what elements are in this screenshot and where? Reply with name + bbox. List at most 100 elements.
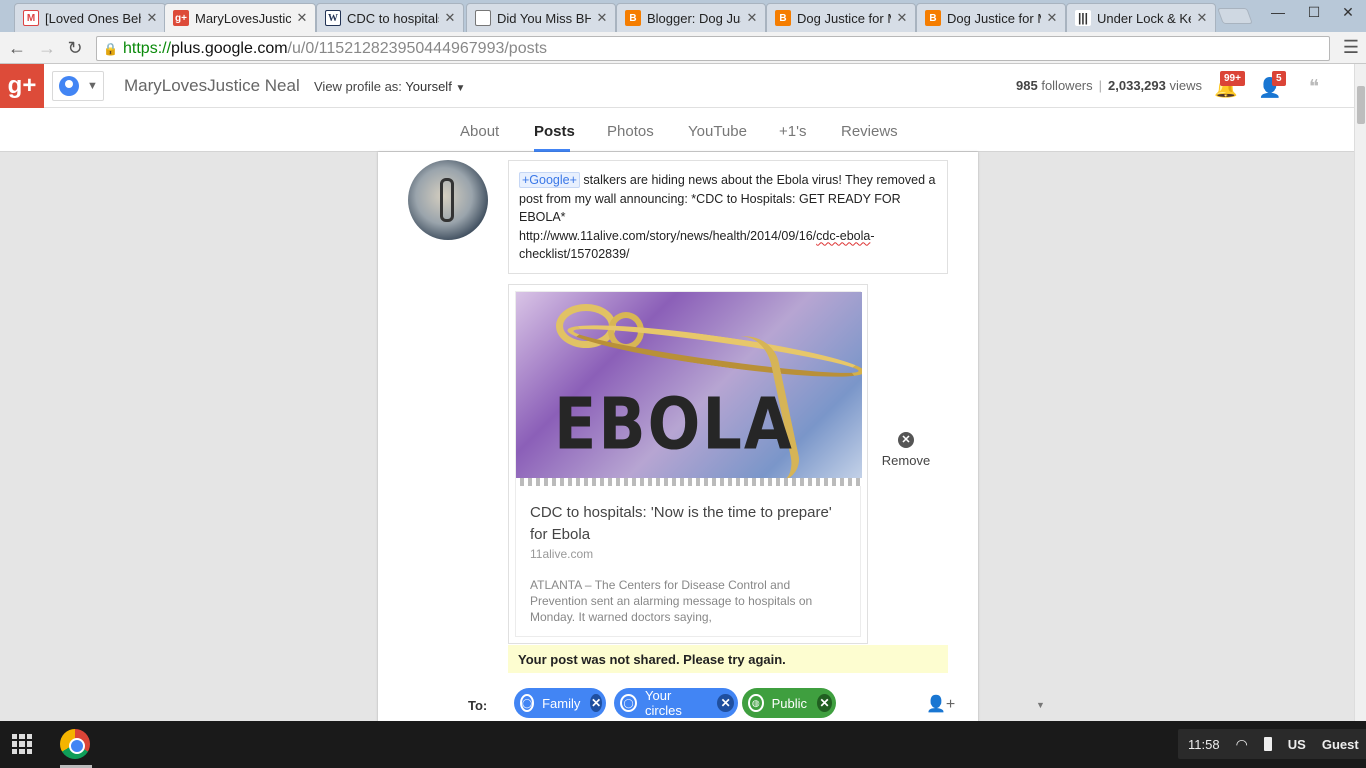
notifications-badge: 99+: [1220, 71, 1245, 86]
url-host: plus.google.com: [171, 39, 288, 57]
close-window-icon[interactable]: ✕: [1336, 4, 1360, 24]
browser-tab-active[interactable]: g+ MaryLovesJustice ✕: [164, 3, 316, 32]
page-viewport: g+ ▼ MaryLovesJustice Neal View profile …: [0, 64, 1354, 721]
view-profile-as[interactable]: View profile as: Yourself ▼: [314, 79, 465, 94]
wiki-icon: W: [325, 10, 341, 26]
tab-title: [Loved Ones Beh: [45, 10, 141, 26]
blogger-icon: B: [925, 10, 941, 26]
tab-title: Did You Miss BH: [497, 10, 591, 26]
browser-tab[interactable]: M [Loved Ones Beh ✕: [14, 3, 166, 32]
tab-title: CDC to hospitals:: [347, 10, 439, 26]
close-tab-icon[interactable]: ✕: [145, 10, 159, 26]
audience-chip-public[interactable]: ◍ Public ✕: [742, 688, 836, 718]
close-tab-icon[interactable]: ✕: [895, 10, 909, 26]
tab-title: Blogger: Dog Just: [647, 10, 741, 26]
tab-about[interactable]: About: [460, 123, 499, 140]
remove-chip-icon[interactable]: ✕: [817, 694, 832, 712]
chevron-down-icon: ▼: [455, 83, 466, 94]
page-scrollbar[interactable]: [1354, 64, 1366, 721]
tab-title: Dog Justice for M: [797, 10, 891, 26]
link-preview-image[interactable]: EBOLA: [516, 292, 862, 486]
forward-icon[interactable]: →: [36, 37, 58, 59]
browser-toolbar: ← → ↻ 🔒 https://plus.google.com/u/0/1152…: [0, 32, 1366, 64]
app-launcher-icon[interactable]: [12, 734, 32, 754]
remove-icon: ✕: [898, 432, 914, 448]
tab-title: Under Lock & Key: [1097, 10, 1191, 26]
maximize-icon[interactable]: ☐: [1302, 4, 1326, 24]
new-tab-button[interactable]: [1217, 8, 1253, 24]
chevron-down-icon: ▼: [87, 80, 98, 92]
tab-photos[interactable]: Photos: [607, 123, 654, 140]
link-preview-title[interactable]: CDC to hospitals: 'Now is the time to pr…: [530, 502, 850, 546]
google-plus-icon: g+: [173, 10, 189, 26]
browser-tab[interactable]: B Dog Justice for M ✕: [916, 3, 1066, 32]
post-text-editor[interactable]: +Google+ stalkers are hiding news about …: [508, 160, 948, 274]
chrome-app-icon[interactable]: [60, 729, 90, 759]
wifi-icon: ◠: [1235, 735, 1248, 752]
share-box: +Google+ stalkers are hiding news about …: [378, 152, 1045, 721]
circle-icon: ◯: [620, 694, 638, 712]
tab-title: Dog Justice for M: [947, 10, 1041, 26]
account-selector[interactable]: ▼: [52, 71, 104, 101]
browser-tab[interactable]: B Blogger: Dog Just ✕: [616, 3, 766, 32]
google-plus-header: g+ ▼ MaryLovesJustice Neal View profile …: [0, 64, 1354, 108]
document-icon: [475, 10, 491, 26]
share-to-field[interactable]: ◯ Family ✕ ◯ Your circles ✕ ◍ Public ✕ ▼: [508, 686, 1045, 721]
remove-link-button[interactable]: ✕ Remove: [876, 432, 936, 468]
views-label: views: [1169, 78, 1202, 93]
chevron-down-icon[interactable]: ▼: [1036, 700, 1045, 710]
close-tab-icon[interactable]: ✕: [595, 10, 609, 26]
keyboard-layout: US: [1287, 736, 1306, 752]
google-plus-logo-icon[interactable]: g+: [0, 64, 44, 108]
os-shelf: 11:58 ◠ US Guest: [0, 721, 1366, 768]
browser-tab[interactable]: W CDC to hospitals: ✕: [316, 3, 464, 32]
globe-icon: ◍: [748, 694, 764, 712]
scrollbar-thumb[interactable]: [1357, 86, 1365, 124]
post-link-part: http://www.11alive.com/story/news/health…: [519, 228, 817, 243]
remove-chip-icon[interactable]: ✕: [717, 694, 734, 712]
close-tab-icon[interactable]: ✕: [1195, 10, 1209, 26]
tab-youtube[interactable]: YouTube: [688, 123, 747, 140]
chip-label: Your circles: [645, 688, 682, 718]
audience-chip-family[interactable]: ◯ Family ✕: [514, 688, 606, 718]
blogger-icon: B: [775, 10, 791, 26]
profile-name[interactable]: MaryLovesJustice Neal: [124, 76, 300, 96]
battery-icon: [1263, 737, 1272, 751]
close-tab-icon[interactable]: ✕: [1045, 10, 1059, 26]
circle-icon: ◯: [520, 694, 535, 712]
hangouts-icon[interactable]: ❝: [1303, 76, 1325, 98]
avatar: [408, 160, 488, 240]
post-text: stalkers are hiding news about the Ebola…: [519, 173, 936, 224]
profile-tabs: About Posts Photos YouTube +1's Reviews: [0, 108, 1354, 152]
chrome-menu-icon[interactable]: ☰: [1340, 37, 1362, 59]
system-tray[interactable]: 11:58 ◠ US Guest: [1178, 729, 1366, 759]
tab-title: MaryLovesJustice: [195, 10, 291, 26]
user-name: Guest: [1321, 736, 1359, 752]
browser-tab[interactable]: B Dog Justice for M ✕: [766, 3, 916, 32]
address-bar[interactable]: 🔒 https://plus.google.com/u/0/1152128239…: [96, 36, 1330, 61]
tab-plus-ones[interactable]: +1's: [779, 123, 806, 140]
back-icon[interactable]: ←: [6, 37, 28, 59]
browser-tab[interactable]: ||| Under Lock & Key ✕: [1066, 3, 1216, 32]
tab-posts[interactable]: Posts: [534, 123, 575, 140]
clock: 11:58: [1188, 736, 1220, 752]
reload-icon[interactable]: ↻: [64, 37, 86, 59]
minimize-icon[interactable]: —: [1266, 4, 1290, 24]
audience-chip-your-circles[interactable]: ◯ Your circles ✕: [614, 688, 738, 718]
close-tab-icon[interactable]: ✕: [745, 10, 759, 26]
browser-tab[interactable]: Did You Miss BH ✕: [466, 3, 616, 32]
image-word: EBOLA: [554, 382, 794, 466]
followers-label: followers: [1041, 78, 1093, 93]
browser-tab-strip: M [Loved Ones Beh ✕ g+ MaryLovesJustice …: [0, 0, 1366, 32]
close-tab-icon[interactable]: ✕: [443, 10, 457, 26]
secure-lock-icon: 🔒: [103, 41, 118, 56]
profile-stats: 985 followers | 2,033,293 views: [1016, 78, 1202, 93]
mention-chip[interactable]: +Google+: [519, 172, 580, 188]
remove-label: Remove: [881, 453, 931, 468]
tab-reviews[interactable]: Reviews: [841, 123, 898, 140]
add-person-icon[interactable]: 👤+: [926, 694, 955, 714]
view-profile-label: View profile as:: [314, 79, 402, 94]
close-tab-icon[interactable]: ✕: [295, 10, 309, 26]
bars-icon: |||: [1075, 10, 1091, 26]
remove-chip-icon[interactable]: ✕: [590, 694, 602, 712]
